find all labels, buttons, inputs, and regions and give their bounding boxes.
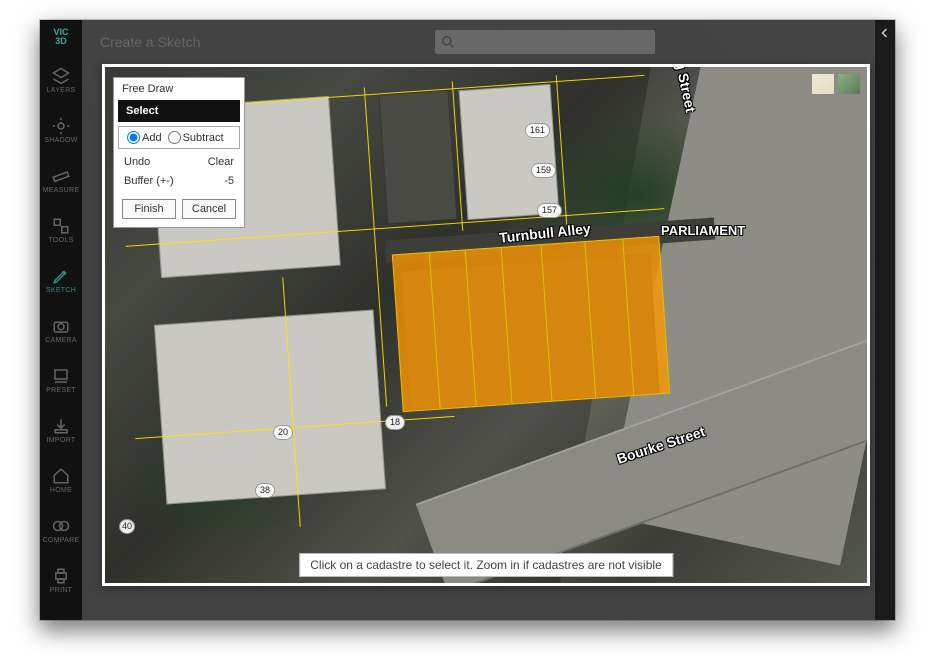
undo-button[interactable]: Undo <box>124 156 150 168</box>
mode-add-label: Add <box>142 132 162 144</box>
address-number: 18 <box>385 415 405 430</box>
right-panel-collapsed[interactable] <box>875 20 895 620</box>
home-icon <box>51 466 71 486</box>
chevron-left-icon <box>879 26 891 44</box>
mode-add[interactable]: Add <box>127 131 162 144</box>
poi-label-parliament: PARLIAMENT <box>661 223 745 238</box>
preset-icon <box>51 366 71 386</box>
sidebar-item-print[interactable]: PRINT <box>40 558 82 602</box>
sidebar-item-home[interactable]: HOME <box>40 458 82 502</box>
import-icon <box>51 416 71 436</box>
buffer-value[interactable]: -5 <box>224 175 234 187</box>
address-number: 157 <box>537 203 562 218</box>
sidebar-item-camera[interactable]: CAMERA <box>40 308 82 352</box>
camera-icon <box>51 316 71 336</box>
sidebar-item-label: SKETCH <box>46 287 76 294</box>
address-number: 40 <box>119 519 135 534</box>
print-icon <box>51 566 71 586</box>
sidebar-item-label: SHADOW <box>44 137 77 144</box>
sidebar: VIC 3D LAYERS SHADOW MEASURE TOOLS SKETC… <box>40 20 82 620</box>
compare-icon <box>51 516 71 536</box>
sidebar-item-label: HOME <box>50 487 72 494</box>
cancel-button[interactable]: Cancel <box>182 199 236 219</box>
search-input[interactable] <box>435 30 655 54</box>
sidebar-item-sketch[interactable]: SKETCH <box>40 258 82 302</box>
sidebar-item-label: IMPORT <box>47 437 76 444</box>
mode-subtract-radio[interactable] <box>168 131 181 144</box>
building-roof <box>459 84 560 220</box>
pencil-icon <box>51 266 71 286</box>
mode-subtract[interactable]: Subtract <box>168 131 224 144</box>
basemap-satellite-button[interactable] <box>837 73 861 95</box>
sidebar-item-layers[interactable]: LAYERS <box>40 58 82 102</box>
buffer-label: Buffer (+-) <box>124 175 174 187</box>
basemap-street-button[interactable] <box>811 73 835 95</box>
tab-free-draw[interactable]: Free Draw <box>114 78 244 100</box>
map-hint: Click on a cadastre to select it. Zoom i… <box>299 553 673 577</box>
sidebar-item-preset[interactable]: PRESET <box>40 358 82 402</box>
map-panel[interactable]: Spring Street Turnbull Alley Bourke Stre… <box>102 64 870 586</box>
address-number: 20 <box>273 425 293 440</box>
address-number: 161 <box>525 123 550 138</box>
tools-icon <box>51 216 71 236</box>
sidebar-item-measure[interactable]: MEASURE <box>40 158 82 202</box>
address-number: 159 <box>531 163 556 178</box>
sidebar-item-tools[interactable]: TOOLS <box>40 208 82 252</box>
sidebar-item-label: PRINT <box>50 587 73 594</box>
sidebar-item-compare[interactable]: COMPARE <box>40 508 82 552</box>
sidebar-item-shadow[interactable]: SHADOW <box>40 108 82 152</box>
building-roof <box>379 90 458 225</box>
mode-add-radio[interactable] <box>127 131 140 144</box>
sidebar-item-label: COMPARE <box>43 537 80 544</box>
clear-button[interactable]: Clear <box>208 156 234 168</box>
search-icon <box>441 35 455 49</box>
sun-icon <box>51 116 71 136</box>
app-window: VIC 3D LAYERS SHADOW MEASURE TOOLS SKETC… <box>40 20 895 620</box>
sidebar-item-label: TOOLS <box>48 237 73 244</box>
page-title: Create a Sketch <box>100 34 200 50</box>
sketch-panel: Free Draw Select Add Subtract Undo Clear… <box>113 77 245 228</box>
mode-subtract-label: Subtract <box>183 132 224 144</box>
finish-button[interactable]: Finish <box>122 199 176 219</box>
layers-icon <box>51 66 71 86</box>
tab-select[interactable]: Select <box>118 100 240 122</box>
basemap-switcher <box>811 73 861 95</box>
mode-row: Add Subtract <box>118 126 240 149</box>
sidebar-item-label: MEASURE <box>43 187 80 194</box>
sidebar-item-label: CAMERA <box>45 337 77 344</box>
sidebar-item-label: PRESET <box>46 387 76 394</box>
selected-cadastre[interactable] <box>392 236 670 412</box>
sidebar-item-label: LAYERS <box>47 87 76 94</box>
app-logo: VIC 3D <box>53 24 68 52</box>
building-roof <box>154 310 386 505</box>
ruler-icon <box>51 166 71 186</box>
sidebar-item-import[interactable]: IMPORT <box>40 408 82 452</box>
address-number: 38 <box>255 483 275 498</box>
